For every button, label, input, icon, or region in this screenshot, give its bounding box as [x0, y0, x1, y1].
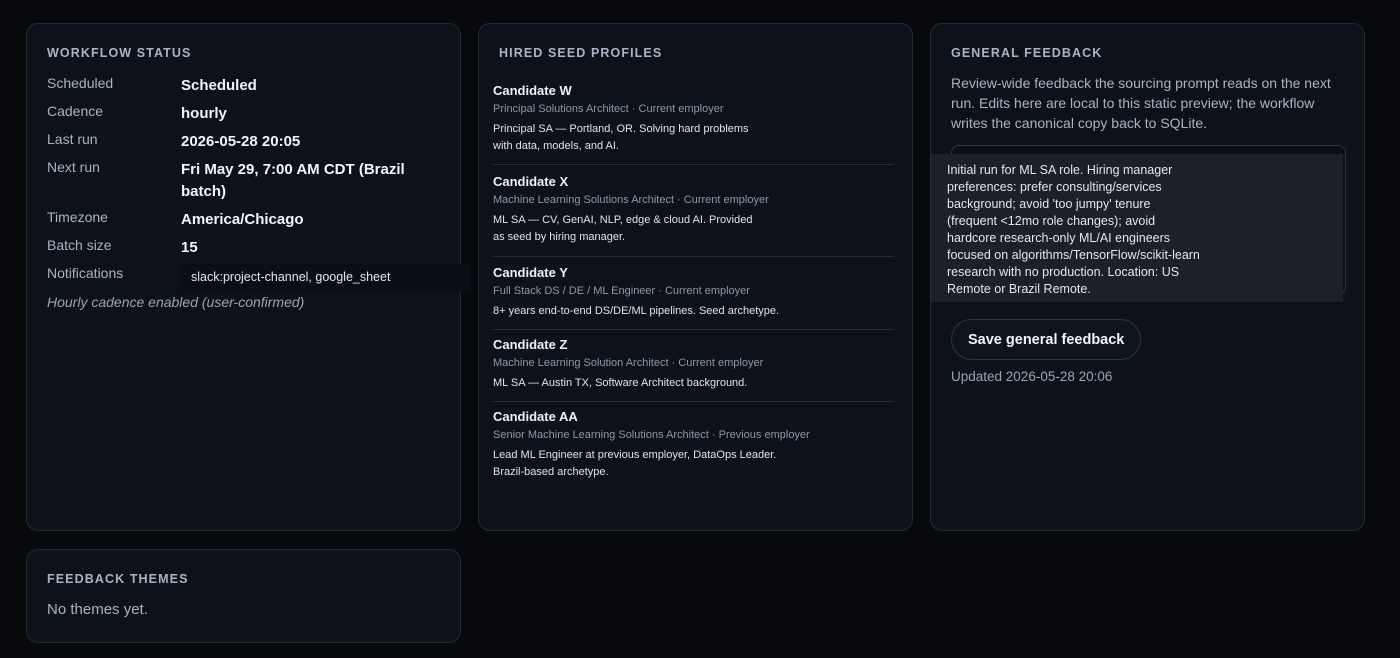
seed-name: Candidate Z	[493, 337, 568, 352]
status-value: 15	[181, 239, 198, 256]
feedback-updated-timestamp: Updated 2026-05-28 20:06	[951, 369, 1113, 384]
workflow-status-title: Workflow status	[47, 46, 192, 60]
seed-description: Principal SA — Portland, OR. Solving har…	[493, 123, 749, 152]
workflow-status-card: Workflow status Scheduled Scheduled Cade…	[26, 23, 471, 531]
seed-name: Candidate X	[493, 174, 569, 189]
seed-description: ML SA — Austin TX, Software Architect ba…	[493, 377, 748, 389]
status-key: Last run	[47, 131, 98, 147]
seed-profile-item: Candidate Z Machine Learning Solution Ar…	[493, 336, 893, 392]
seed-description: ML SA — CV, GenAI, NLP, edge & cloud AI.…	[493, 214, 753, 243]
feedback-themes-card: Feedback themes No themes yet.	[26, 549, 461, 643]
seed-name: Candidate AA	[493, 409, 578, 424]
status-key: Timezone	[47, 209, 108, 225]
general-feedback-description: Review-wide feedback the sourcing prompt…	[951, 75, 1331, 131]
seed-name: Candidate W	[493, 83, 572, 98]
seed-divider	[493, 329, 893, 330]
status-key: Next run	[47, 159, 100, 175]
seed-role: Machine Learning Solutions Architect · C…	[493, 194, 769, 206]
save-general-feedback-button[interactable]: Save general feedback	[951, 319, 1142, 360]
notifications-value: slack:project-channel, google_sheet	[181, 264, 471, 292]
seed-profile-item: Candidate Y Full Stack DS / DE / ML Engi…	[493, 264, 893, 320]
general-feedback-textarea[interactable]	[931, 154, 1343, 302]
seed-name: Candidate Y	[493, 265, 568, 280]
status-key: Scheduled	[47, 75, 114, 91]
seed-divider	[493, 164, 893, 165]
general-feedback-card: General feedback Review-wide feedback th…	[930, 23, 1365, 531]
status-value: hourly	[181, 105, 227, 122]
seed-profiles-title: Hired seed profiles	[499, 46, 663, 60]
seed-divider	[493, 401, 893, 402]
seed-profile-item: Candidate AA Senior Machine Learning Sol…	[493, 408, 893, 481]
seed-role: Machine Learning Solution Architect · Cu…	[493, 357, 764, 369]
feedback-themes-empty: No themes yet.	[47, 601, 148, 618]
seed-profile-item: Candidate X Machine Learning Solutions A…	[493, 173, 893, 246]
general-feedback-title: General feedback	[951, 46, 1103, 60]
seed-divider	[493, 256, 893, 257]
seed-description: Lead ML Engineer at previous employer, D…	[493, 449, 777, 478]
seed-role: Full Stack DS / DE / ML Engineer · Curre…	[493, 285, 750, 297]
seed-profile-item: Candidate W Principal Solutions Architec…	[493, 82, 893, 155]
status-value: Fri May 29, 7:00 AM CDT (Brazil batch)	[181, 161, 405, 200]
seed-role: Principal Solutions Architect · Current …	[493, 103, 724, 115]
status-key: Cadence	[47, 103, 104, 119]
status-value: America/Chicago	[181, 211, 304, 228]
seed-role: Senior Machine Learning Solutions Archit…	[493, 429, 810, 441]
status-value: 2026-05-28 20:05	[181, 133, 301, 150]
seed-profiles-card: Hired seed profiles Candidate W Principa…	[478, 23, 913, 531]
status-key: Batch size	[47, 237, 112, 253]
status-value: Scheduled	[181, 77, 257, 94]
cadence-note: Hourly cadence enabled (user-confirmed)	[47, 294, 305, 310]
status-key: Notifications	[47, 265, 124, 281]
seed-description: 8+ years end-to-end DS/DE/ML pipelines. …	[493, 305, 780, 317]
feedback-themes-title: Feedback themes	[47, 572, 189, 586]
